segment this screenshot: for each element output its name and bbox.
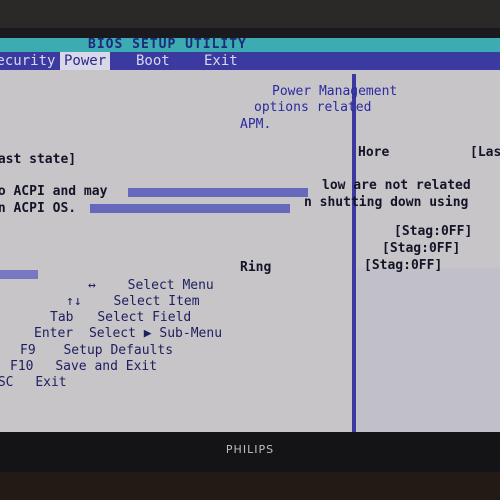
key-action: Select ▶ Sub-Menu [88,326,223,341]
key-action: Select Field [97,310,192,325]
last-state-value[interactable]: [Last state] [470,145,500,161]
help-line-1: Power Management [272,84,398,99]
key-label: Enter [34,326,74,341]
ring-label: Ring [240,260,272,275]
key-row-select-menu: ↔ Select Menu [88,278,214,294]
help-line-2: options related [254,100,372,115]
menu-exit[interactable]: Exit [204,52,238,70]
panel-divider [352,74,356,434]
key-row-select-item: ↑↓ Select Item [66,294,200,310]
monitor-brand-logo: PHILIPS [225,443,275,456]
key-action: Setup Defaults [63,343,174,358]
key-row-save-exit: F10 Save and Exit [10,359,157,375]
blur-smear-2 [90,204,290,213]
help-panel [357,268,500,438]
key-label: F10 [10,359,34,374]
key-row-exit: ESC Exit [0,375,67,391]
menu-boot[interactable]: Boot [136,52,170,70]
key-action: Save and Exit [55,359,158,374]
key-row-select-field: Tab Select Field [50,310,191,326]
blur-smear [128,188,308,197]
desc-left-2: on ACPI OS. [0,201,77,216]
key-action: Select Menu [127,278,214,293]
key-arrows-ud-icon: ↑↓ [66,294,82,309]
stag-value-2[interactable]: [Stag:0FF] [382,241,460,257]
desc-left-1: to ACPI and may [0,184,108,199]
key-row-select-submenu: Enter Select ▶ Sub-Menu [34,326,222,342]
desc-right-1: low are not related [322,178,471,193]
key-action: Select Item [113,294,200,309]
menu-power[interactable]: Power [60,52,111,70]
key-action: Exit [35,375,67,390]
last-state-label[interactable]: Last state] [0,152,76,168]
title-bar: BIOS SETUP UTILITY [0,38,500,52]
menu-security[interactable]: Security [0,52,55,70]
menu-bar: Security Power Boot Exit [0,52,500,70]
key-arrows-lr-icon: ↔ [88,278,96,293]
help-line-3: APM. [240,117,272,132]
selected-item-smear [0,270,38,279]
key-label: Tab [50,310,74,325]
monitor-stand-area [0,472,500,500]
key-row-setup-defaults: F9 Setup Defaults [20,343,173,359]
bios-title: BIOS SETUP UTILITY [88,38,247,52]
key-label: ESC [0,375,14,390]
key-label: F9 [20,343,36,358]
desc-right-2: n shutting down using [304,195,469,210]
stag-value-1[interactable]: [Stag:0FF] [394,224,472,240]
bios-screen: BIOS SETUP UTILITY Security Power Boot E… [0,38,500,438]
stag-value-3[interactable]: [Stag:0FF] [364,258,442,274]
heading-fragment: Hore [358,145,390,160]
